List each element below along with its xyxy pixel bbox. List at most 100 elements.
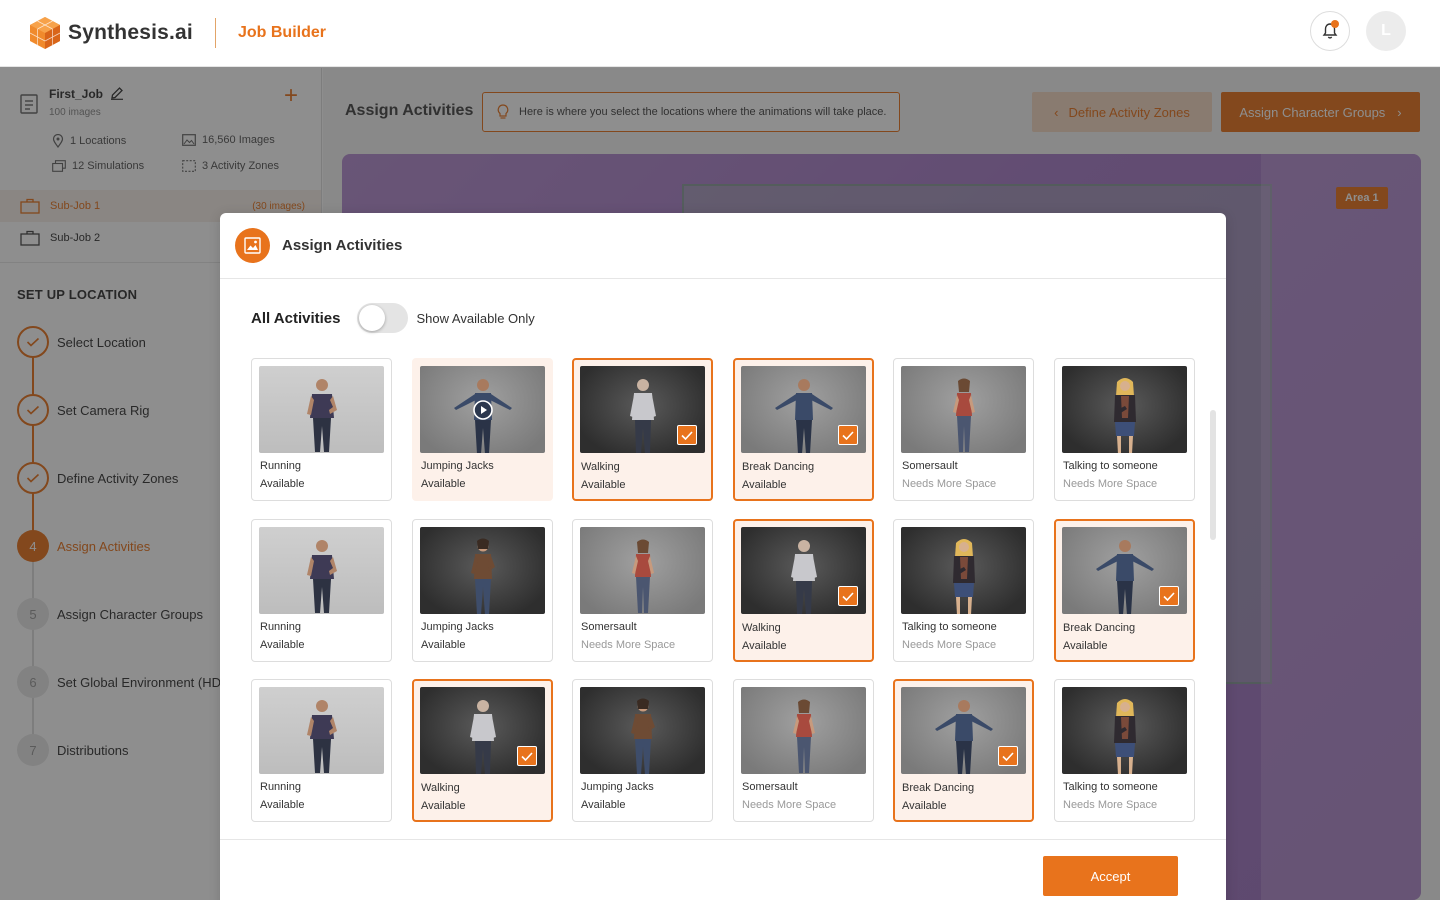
top-bar: Synthesis.ai Job Builder L [0,0,1440,67]
activity-thumbnail [420,527,545,614]
activity-thumbnail [420,687,545,774]
modal-title: Assign Activities [282,237,403,254]
activity-card[interactable]: Talking to someone Needs More Space [1054,679,1195,822]
activity-card[interactable]: Break Dancing Available [733,358,874,501]
brand[interactable]: Synthesis.ai Job Builder [28,16,326,50]
character-figure [784,697,824,774]
character-figure [1090,537,1160,614]
activity-name: Break Dancing [1063,622,1136,634]
character-figure [1103,697,1147,774]
activity-status: Available [260,799,305,811]
activity-name: Walking [421,782,460,794]
activity-status: Needs More Space [1063,799,1158,811]
brand-divider [214,18,216,48]
activity-name: Talking to someone [1063,460,1158,472]
activity-status: Available [260,639,305,651]
activity-thumbnail [580,687,705,774]
assign-activities-modal: Assign Activities All Activities Show Av… [220,213,1226,900]
activity-name: Talking to someone [1063,781,1158,793]
check-icon[interactable] [998,746,1018,766]
activity-status: Needs More Space [902,478,997,490]
check-icon[interactable] [677,425,697,445]
activity-status: Available [260,478,305,490]
activity-name: Jumping Jacks [421,621,494,633]
synthesis-cube-logo [29,17,61,49]
activity-card[interactable]: Walking Available [572,358,713,501]
activity-status: Available [421,478,466,490]
activity-card[interactable]: Talking to someone Needs More Space [1054,358,1195,501]
activity-thumbnail [1062,687,1187,774]
activity-card[interactable]: Break Dancing Available [893,679,1034,822]
check-icon[interactable] [838,586,858,606]
activity-name: Jumping Jacks [581,781,654,793]
check-icon[interactable] [838,425,858,445]
activity-thumbnail [580,366,705,453]
modal-footer-divider [220,839,1226,840]
character-figure [784,537,824,614]
activity-status: Needs More Space [581,639,676,651]
accept-button[interactable]: Accept [1043,856,1178,896]
activity-thumbnail [741,687,866,774]
available-only-toggle[interactable] [357,303,409,333]
activity-thumbnail [1062,366,1187,453]
character-figure [302,537,342,614]
activity-thumbnail [901,366,1026,453]
brand-name: Synthesis.ai [68,21,193,44]
character-figure [929,697,999,774]
activity-card[interactable]: Jumping Jacks Available [412,358,553,501]
activity-thumbnail [741,527,866,614]
activity-name: Running [260,621,301,633]
check-icon[interactable] [517,746,537,766]
scrollbar-thumb[interactable] [1210,410,1216,540]
activity-card[interactable]: Jumping Jacks Available [412,519,553,662]
activity-card[interactable]: Running Available [251,519,392,662]
activity-status: Available [742,479,787,491]
activity-thumbnail [901,687,1026,774]
activity-name: Walking [742,622,781,634]
activity-name: Somersault [581,621,637,633]
activity-card[interactable]: Somersault Needs More Space [733,679,874,822]
activity-card[interactable]: Talking to someone Needs More Space [893,519,1034,662]
activity-card[interactable]: Walking Available [733,519,874,662]
activity-thumbnail [1062,527,1187,614]
activity-card[interactable]: Somersault Needs More Space [572,519,713,662]
activity-status: Available [581,799,626,811]
activity-status: Available [742,640,787,652]
product-name: Job Builder [237,24,326,41]
activity-thumbnail [259,366,384,453]
activity-card[interactable]: Break Dancing Available [1054,519,1195,662]
character-figure [623,537,663,614]
activity-status: Available [421,639,466,651]
character-figure [463,537,503,614]
avatar[interactable]: L [1366,11,1406,51]
image-icon [235,228,270,263]
toggle-label: Show Available Only [416,310,535,326]
activity-name: Running [260,781,301,793]
activity-name: Walking [581,461,620,473]
activity-card[interactable]: Jumping Jacks Available [572,679,713,822]
activity-thumbnail [741,366,866,453]
activity-grid: Running Available Jumping Jacks Available Wa… [251,358,1201,824]
play-icon[interactable] [472,399,493,420]
check-icon[interactable] [1159,586,1179,606]
activity-card[interactable]: Running Available [251,679,392,822]
character-figure [942,537,986,614]
activity-status: Needs More Space [902,639,997,651]
character-figure [769,376,839,453]
character-figure [623,697,663,774]
activity-thumbnail [259,687,384,774]
activity-name: Running [260,460,301,472]
notification-dot [1331,20,1339,28]
activity-name: Jumping Jacks [421,460,494,472]
activity-status: Available [902,800,947,812]
character-figure [623,376,663,453]
activity-name: Break Dancing [742,461,815,473]
activity-name: Somersault [902,460,958,472]
activity-card[interactable]: Walking Available [412,679,553,822]
activity-thumbnail [420,366,545,453]
filter-row: All Activities Show Available Only [251,303,535,333]
activity-card[interactable]: Running Available [251,358,392,501]
activity-card[interactable]: Somersault Needs More Space [893,358,1034,501]
notifications-button[interactable] [1310,11,1350,51]
activity-name: Somersault [742,781,798,793]
